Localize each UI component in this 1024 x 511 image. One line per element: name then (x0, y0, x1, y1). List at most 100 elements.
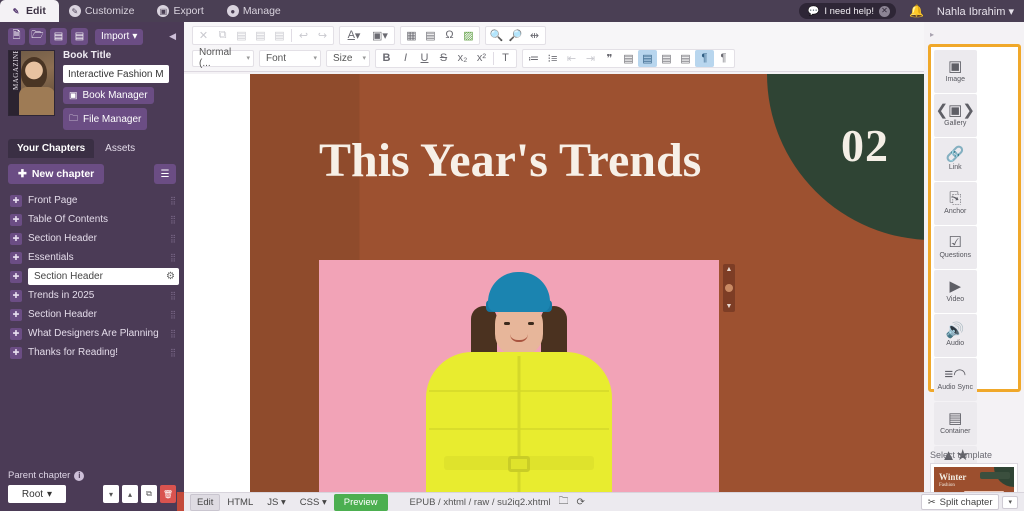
drag-handle-icon[interactable]: ⣿ (170, 313, 176, 317)
paste-word-icon[interactable]: ▤ (270, 27, 289, 44)
plus-icon[interactable]: ✚ (10, 290, 22, 302)
bottom-tab-html[interactable]: HTML (220, 494, 260, 511)
split-chapter-button[interactable]: ✂ Split chapter (921, 494, 1000, 510)
page-headline[interactable]: This Year's Trends (319, 129, 709, 194)
justify-icon[interactable]: ▤ (676, 50, 695, 67)
table-icon[interactable]: ▦ (402, 27, 421, 44)
save-file-button[interactable]: ▤ (50, 28, 67, 45)
hamburger-icon[interactable]: ☰ (154, 164, 176, 184)
tab-customize[interactable]: ✎ Customize (59, 0, 148, 22)
plus-icon[interactable]: ✚ (10, 233, 22, 245)
drag-handle-icon[interactable]: ⣿ (170, 294, 176, 298)
list-item[interactable]: ✚ Thanks for Reading! ⣿ (0, 343, 184, 362)
book-cover-thumbnail[interactable]: MAGAZINE (8, 50, 55, 116)
find-icon[interactable]: 🔍 (487, 27, 506, 44)
widget-audio[interactable]: 🔊 Audio (934, 314, 978, 357)
tab-manage[interactable]: ● Manage (217, 0, 294, 22)
widget-video[interactable]: ▶ Video (934, 270, 978, 313)
strikethrough-icon[interactable]: S (434, 50, 453, 67)
bottom-tab-js[interactable]: JS ▾ (260, 494, 293, 511)
list-item[interactable]: ✚ Trends in 2025 ⣿ (0, 286, 184, 305)
align-right-icon[interactable]: ▤ (657, 50, 676, 67)
import-button[interactable]: Import ▾ (95, 29, 143, 45)
new-file-button[interactable]: 🗎 (8, 28, 25, 45)
indent-icon[interactable]: ⇥ (581, 50, 600, 67)
move-up-button[interactable]: ▴ (122, 485, 138, 503)
new-chapter-button[interactable]: ✚ New chapter (8, 164, 104, 184)
superscript-icon[interactable]: x² (472, 50, 491, 67)
replace-icon[interactable]: 🔎 (506, 27, 525, 44)
tab-edit[interactable]: ✎ Edit (0, 0, 59, 22)
parent-chapter-select[interactable]: Root ▾ (8, 485, 66, 503)
plus-icon[interactable]: ✚ (10, 347, 22, 359)
info-icon[interactable]: i (74, 471, 84, 481)
list-item[interactable]: ✚ Essentials ⣿ (0, 248, 184, 267)
numbered-list-icon[interactable]: ≔ (524, 50, 543, 67)
italic-icon[interactable]: I (396, 50, 415, 67)
delete-chapter-button[interactable]: 🗑 (160, 485, 176, 503)
book-title-input[interactable] (63, 65, 169, 83)
drag-handle-icon[interactable]: ⣿ (170, 351, 176, 355)
undo-icon[interactable]: ↩ (294, 27, 313, 44)
font-select[interactable]: Font ▾ (259, 50, 321, 67)
drag-handle-icon[interactable]: ⣿ (170, 256, 176, 260)
file-manager-button[interactable]: 🗀 File Manager (63, 108, 147, 130)
remove-format-icon[interactable]: T (496, 50, 515, 67)
blockquote-icon[interactable]: ❞ (600, 50, 619, 67)
chapter-name-input[interactable] (34, 271, 166, 282)
widget-audio-sync[interactable]: ≡◠ Audio Sync (934, 358, 978, 401)
text-color-icon[interactable]: A▾ (341, 27, 367, 44)
horizontal-rule-icon[interactable]: ▤ (421, 27, 440, 44)
list-item[interactable]: ✚ Table Of Contents ⣿ (0, 210, 184, 229)
widget-questions[interactable]: ☑ Questions (934, 226, 978, 269)
plus-icon[interactable]: ✚ (10, 214, 22, 226)
outdent-icon[interactable]: ⇤ (562, 50, 581, 67)
caret-down-icon[interactable]: ▼ (726, 303, 733, 310)
drag-handle-icon[interactable]: ⣿ (170, 218, 176, 222)
align-left-icon[interactable]: ▤ (619, 50, 638, 67)
drag-handle-icon[interactable]: ⣿ (170, 332, 176, 336)
list-item[interactable]: ✚ Front Page ⣿ (0, 191, 184, 210)
duplicate-chapter-button[interactable]: ⧉ (141, 485, 157, 503)
tab-assets[interactable]: Assets (96, 139, 144, 158)
resize-grip[interactable] (725, 284, 733, 292)
image-widget[interactable]: ▾ ▴ ⧉ ✎ ✕ (319, 260, 719, 507)
drag-handle-icon[interactable]: ⣿ (170, 237, 176, 241)
list-item-editing[interactable]: ✚ ⚙ ⣿ (0, 267, 184, 286)
list-item[interactable]: ✚ Section Header ⣿ (0, 305, 184, 324)
widget-link[interactable]: 🔗 Link (934, 138, 978, 181)
bold-icon[interactable]: B (377, 50, 396, 67)
ltr-icon[interactable]: ¶ (714, 50, 733, 67)
split-chapter-dropdown[interactable]: ▾ (1002, 496, 1018, 509)
redo-icon[interactable]: ↪ (313, 27, 332, 44)
plus-icon[interactable]: ✚ (10, 271, 22, 283)
plus-icon[interactable]: ✚ (10, 328, 22, 340)
plus-icon[interactable]: ✚ (10, 195, 22, 207)
tab-your-chapters[interactable]: Your Chapters (8, 139, 94, 158)
save-as-file-button[interactable]: ▤ (71, 28, 88, 45)
bottom-tab-css[interactable]: CSS ▾ (293, 494, 334, 511)
gear-icon[interactable]: ⚙ (166, 271, 175, 282)
chapter-name-editor[interactable]: ⚙ (28, 268, 179, 285)
bulleted-list-icon[interactable]: ⁝≡ (543, 50, 562, 67)
list-item[interactable]: ✚ What Designers Are Planning ⣿ (0, 324, 184, 343)
align-center-icon[interactable]: ▤ (638, 50, 657, 67)
list-item[interactable]: ✚ Section Header ⣿ (0, 229, 184, 248)
user-menu[interactable]: Nahla Ibrahim ▾ (937, 5, 1014, 18)
bottom-tab-edit[interactable]: Edit (190, 494, 220, 511)
preview-button[interactable]: Preview (334, 494, 388, 511)
underline-icon[interactable]: U (415, 50, 434, 67)
book-manager-button[interactable]: ▣ Book Manager (63, 87, 154, 104)
subscript-icon[interactable]: x₂ (453, 50, 472, 67)
paste-text-icon[interactable]: ▤ (251, 27, 270, 44)
resize-handle[interactable]: ▲ ▼ (723, 264, 735, 312)
caret-up-icon[interactable]: ▲ (726, 266, 733, 273)
widget-image[interactable]: ▣ Image (934, 50, 978, 93)
tab-export[interactable]: ▣ Export (147, 0, 216, 22)
refresh-icon[interactable]: ⟳ (577, 497, 585, 508)
collapse-sidebar-button[interactable]: ◀ (169, 31, 178, 42)
insert-image-icon[interactable]: ▨ (459, 27, 478, 44)
paragraph-format-select[interactable]: Normal (... ▾ (192, 50, 254, 67)
move-down-button[interactable]: ▾ (103, 485, 119, 503)
drag-handle-icon[interactable]: ⣿ (170, 199, 176, 203)
